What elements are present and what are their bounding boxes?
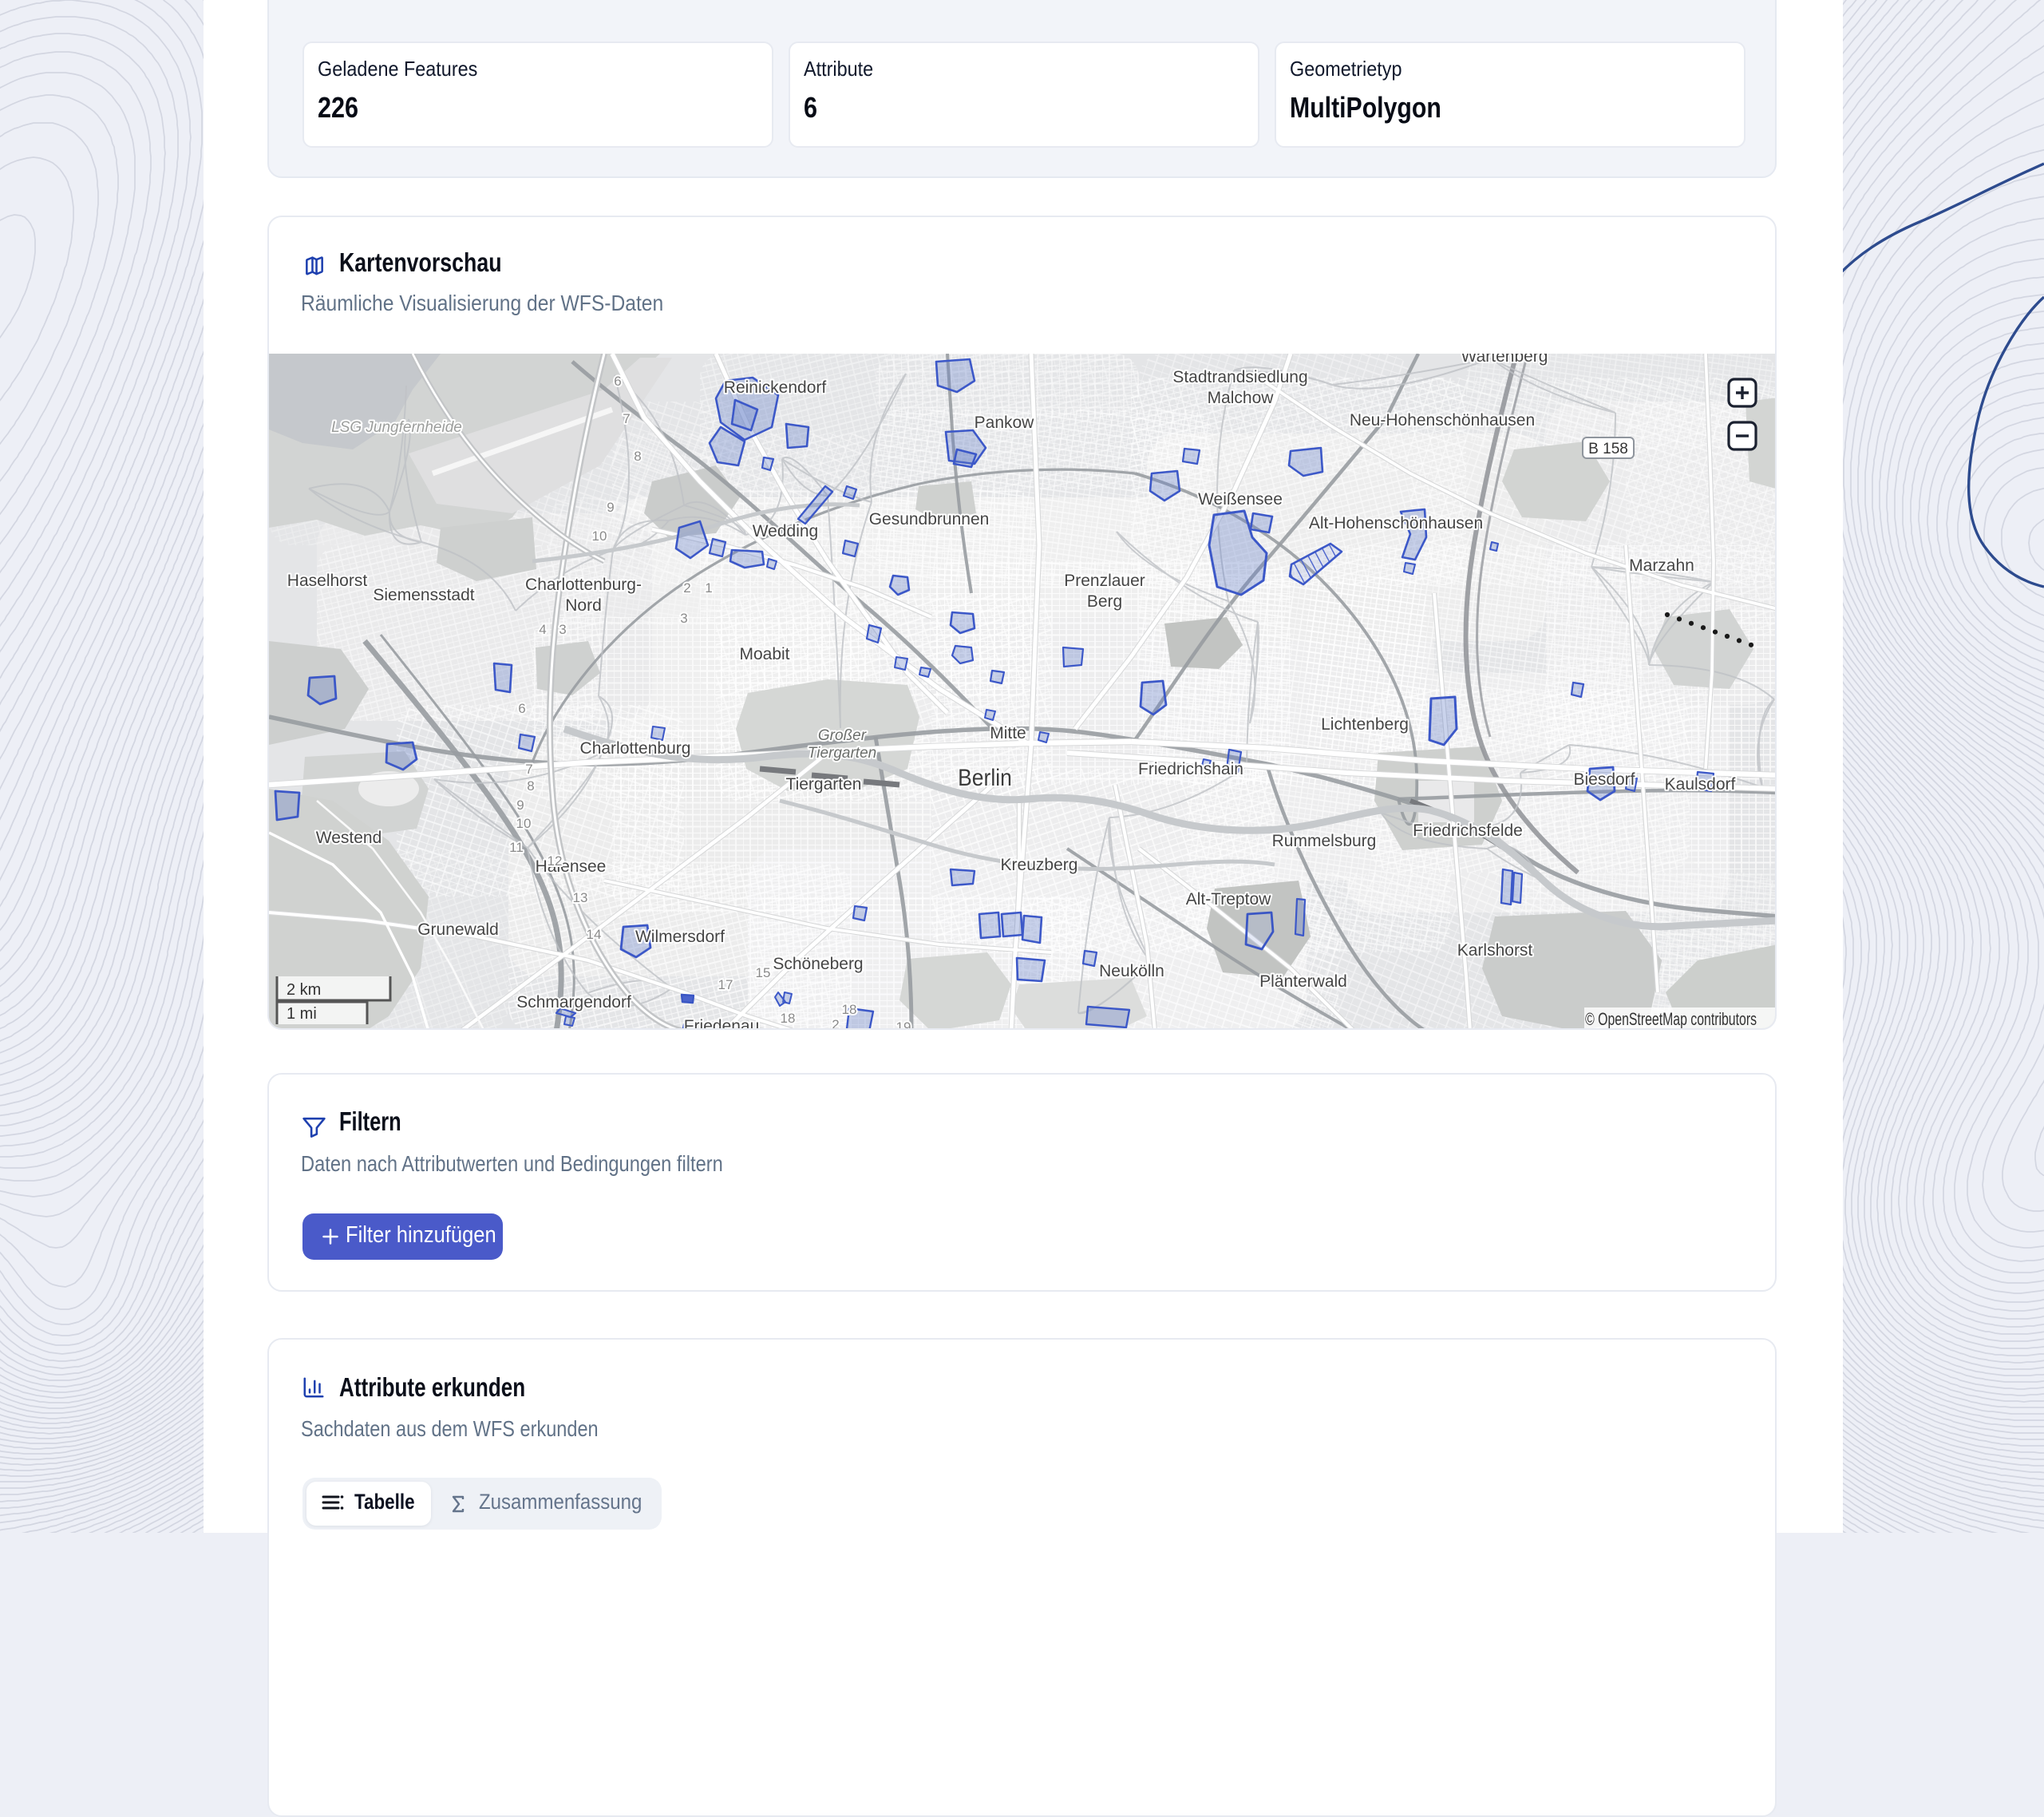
svg-text:11: 11: [509, 840, 524, 855]
svg-text:18: 18: [842, 1002, 857, 1017]
svg-text:13: 13: [573, 890, 588, 905]
svg-text:Tiergarten: Tiergarten: [786, 775, 862, 794]
svg-text:Schmargendorf: Schmargendorf: [516, 993, 631, 1011]
svg-text:Friedenau: Friedenau: [684, 1017, 760, 1030]
svg-text:Marzahn: Marzahn: [1629, 556, 1694, 575]
svg-text:Malchow: Malchow: [1208, 389, 1275, 407]
svg-text:Plänterwald: Plänterwald: [1259, 972, 1347, 991]
svg-text:Schöneberg: Schöneberg: [773, 955, 863, 973]
svg-text:1 mi: 1 mi: [287, 1005, 317, 1023]
svg-text:Neu-Hohenschönhausen: Neu-Hohenschönhausen: [1350, 411, 1535, 430]
svg-text:Westend: Westend: [316, 829, 382, 847]
svg-text:2 km: 2 km: [287, 981, 321, 999]
svg-text:8: 8: [634, 449, 641, 464]
svg-text:Haselhorst: Haselhorst: [287, 572, 368, 590]
svg-text:Biesdorf: Biesdorf: [1573, 770, 1635, 789]
svg-text:Großer: Großer: [818, 727, 867, 744]
svg-text:Wilmersdorf: Wilmersdorf: [635, 928, 725, 946]
svg-text:Weißensee: Weißensee: [1198, 490, 1283, 509]
svg-text:Wedding: Wedding: [753, 522, 819, 540]
svg-text:Nord: Nord: [565, 596, 602, 615]
svg-text:Rummelsburg: Rummelsburg: [1272, 832, 1377, 850]
svg-text:Reinickendorf: Reinickendorf: [724, 378, 827, 397]
svg-text:Pankow: Pankow: [975, 414, 1035, 432]
svg-text:9: 9: [607, 500, 614, 515]
svg-text:Moabit: Moabit: [739, 645, 789, 663]
svg-text:B 158: B 158: [1588, 441, 1628, 457]
svg-text:Charlottenburg: Charlottenburg: [580, 739, 691, 758]
svg-text:Lichtenberg: Lichtenberg: [1321, 715, 1409, 734]
svg-text:Charlottenburg-: Charlottenburg-: [525, 576, 642, 594]
svg-text:Kaulsdorf: Kaulsdorf: [1665, 775, 1736, 794]
svg-text:3: 3: [680, 611, 687, 626]
svg-text:12: 12: [548, 853, 563, 869]
svg-text:Halensee: Halensee: [536, 857, 607, 876]
svg-text:18: 18: [781, 1011, 796, 1026]
svg-text:10: 10: [516, 816, 532, 831]
svg-text:Neukölln: Neukölln: [1099, 962, 1164, 980]
svg-text:LSG Jungfernheide: LSG Jungfernheide: [331, 419, 462, 436]
svg-text:17: 17: [718, 977, 733, 992]
svg-text:7: 7: [623, 411, 630, 426]
svg-text:Alt-Treptow: Alt-Treptow: [1186, 890, 1271, 908]
svg-text:6: 6: [518, 701, 525, 716]
svg-text:© OpenStreetMap contributors: © OpenStreetMap contributors: [1585, 1011, 1757, 1030]
svg-text:Mitte: Mitte: [990, 724, 1026, 742]
svg-text:7: 7: [525, 762, 532, 777]
svg-text:19: 19: [896, 1019, 911, 1030]
svg-text:Gesundbrunnen: Gesundbrunnen: [869, 510, 990, 528]
svg-text:1: 1: [705, 580, 712, 596]
svg-text:Alt-Hohenschönhausen: Alt-Hohenschönhausen: [1309, 514, 1483, 532]
svg-text:10: 10: [592, 528, 607, 544]
svg-text:Wartenberg: Wartenberg: [1461, 354, 1548, 366]
svg-text:Friedrichshain: Friedrichshain: [1138, 760, 1243, 778]
svg-text:2: 2: [683, 580, 690, 596]
svg-text:Stadtrandsiedlung: Stadtrandsiedlung: [1172, 368, 1307, 386]
svg-text:4: 4: [539, 622, 546, 637]
svg-text:9: 9: [516, 798, 524, 813]
svg-text:Kreuzberg: Kreuzberg: [1001, 856, 1078, 874]
svg-text:Berlin: Berlin: [958, 763, 1012, 790]
svg-text:Tiergarten: Tiergarten: [808, 745, 876, 762]
svg-text:3: 3: [559, 622, 566, 637]
svg-text:15: 15: [756, 965, 771, 980]
svg-text:Grunewald: Grunewald: [417, 920, 499, 939]
svg-text:Prenzlauer: Prenzlauer: [1064, 572, 1145, 590]
svg-text:Berg: Berg: [1087, 592, 1122, 611]
svg-text:Siemensstadt: Siemensstadt: [373, 586, 474, 604]
svg-text:2: 2: [832, 1017, 839, 1030]
svg-text:6: 6: [614, 374, 621, 389]
svg-text:14: 14: [587, 927, 602, 942]
svg-text:8: 8: [527, 778, 534, 794]
svg-text:Friedrichsfelde: Friedrichsfelde: [1413, 821, 1523, 840]
svg-text:Karlshorst: Karlshorst: [1457, 941, 1533, 960]
